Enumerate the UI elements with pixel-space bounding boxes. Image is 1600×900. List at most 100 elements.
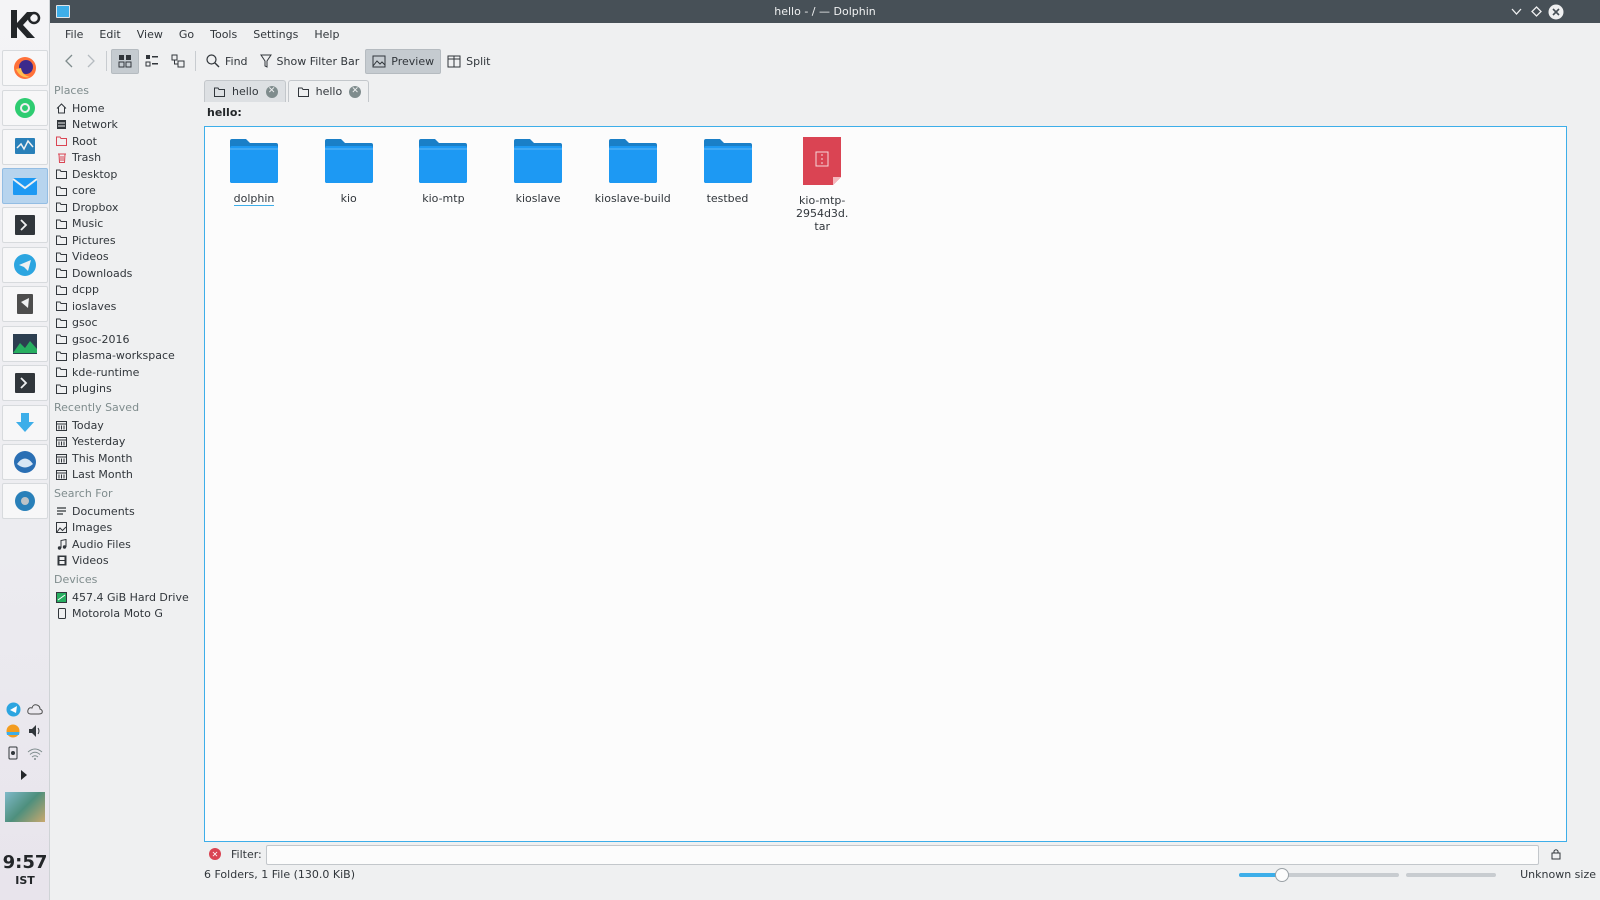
folder-item[interactable]: kio-mtp: [396, 137, 490, 205]
night-color-icon[interactable]: [4, 722, 22, 740]
terminal-icon[interactable]: [2, 207, 48, 243]
system-monitor-icon[interactable]: [2, 129, 48, 165]
icons-view-button[interactable]: [111, 48, 139, 74]
recent-today[interactable]: Today: [50, 417, 204, 434]
image-icon: [56, 522, 67, 534]
place-desktop[interactable]: Desktop: [50, 166, 204, 183]
recent-this-month[interactable]: This Month: [50, 450, 204, 467]
clock-time[interactable]: 9:57: [0, 852, 50, 873]
tab-hello-1[interactable]: hello ✕: [204, 80, 286, 102]
place-videos[interactable]: Videos: [50, 249, 204, 266]
download-manager-icon[interactable]: [2, 405, 48, 441]
telegram-tray-icon[interactable]: [4, 700, 22, 718]
place-gsoc-2016[interactable]: gsoc-2016: [50, 331, 204, 348]
preview-button[interactable]: Preview: [365, 48, 442, 74]
forward-button[interactable]: [80, 49, 102, 74]
place-core[interactable]: core: [50, 183, 204, 200]
location-label[interactable]: hello:: [204, 102, 1599, 122]
file-view[interactable]: dolphin kio kio-mtp kioslave kioslave-build t…: [204, 126, 1567, 842]
search-documents[interactable]: Documents: [50, 503, 204, 520]
device-motorola-moto-g[interactable]: Motorola Moto G: [50, 606, 204, 623]
title-bar[interactable]: hello - / — Dolphin: [50, 0, 1600, 23]
place-plugins[interactable]: plugins: [50, 381, 204, 398]
compact-view-button[interactable]: [139, 49, 165, 74]
maximize-icon[interactable]: [1528, 3, 1545, 20]
wifi-icon[interactable]: [26, 744, 44, 762]
menu-go[interactable]: Go: [171, 25, 202, 44]
place-trash[interactable]: Trash: [50, 150, 204, 167]
dolphin-task-icon[interactable]: [2, 168, 48, 204]
firefox-icon[interactable]: [2, 50, 48, 86]
place-label: Pictures: [72, 233, 116, 247]
cloud-sync-icon[interactable]: [26, 700, 44, 718]
menu-edit[interactable]: Edit: [91, 25, 128, 44]
image-viewer-icon[interactable]: [2, 326, 48, 362]
details-view-button[interactable]: [165, 49, 191, 74]
place-music[interactable]: Music: [50, 216, 204, 233]
find-button[interactable]: Find: [200, 49, 254, 74]
menu-file[interactable]: File: [57, 25, 91, 44]
minimize-icon[interactable]: [1508, 3, 1525, 20]
kde-launcher-icon[interactable]: [4, 4, 46, 44]
lock-icon[interactable]: [1551, 848, 1561, 863]
search-images[interactable]: Images: [50, 520, 204, 537]
zoom-slider[interactable]: [1239, 868, 1399, 882]
place-dropbox[interactable]: Dropbox: [50, 199, 204, 216]
folder-item[interactable]: kioslave: [491, 137, 585, 205]
search-videos[interactable]: Videos: [50, 553, 204, 570]
menu-view[interactable]: View: [129, 25, 171, 44]
close-tab-icon[interactable]: ✕: [265, 85, 278, 98]
place-label: gsoc: [72, 316, 98, 330]
desktop-pager-icon[interactable]: [5, 792, 45, 822]
place-plasma-workspace[interactable]: plasma-workspace: [50, 348, 204, 365]
status-bar: 6 Folders, 1 File (130.0 KiB) Unknown si…: [204, 865, 1599, 885]
expand-tray-icon[interactable]: [15, 766, 33, 784]
menu-bar: File Edit View Go Tools Settings Help: [50, 23, 1600, 46]
place-home[interactable]: Home: [50, 100, 204, 117]
find-label: Find: [225, 54, 248, 68]
window-menu-icon[interactable]: [56, 5, 70, 18]
folder-item[interactable]: dolphin: [207, 137, 301, 206]
phone-connect-icon[interactable]: [4, 744, 22, 762]
network-app-icon[interactable]: [2, 90, 48, 126]
place-kde-runtime[interactable]: kde-runtime: [50, 364, 204, 381]
folder-icon: [703, 137, 752, 186]
close-tab-icon[interactable]: ✕: [349, 85, 362, 98]
thunderbird-icon[interactable]: [2, 444, 48, 480]
telegram-icon[interactable]: [2, 247, 48, 283]
split-button[interactable]: Split: [441, 49, 496, 74]
file-item[interactable]: kio-mtp-2954d3d. tar: [775, 137, 869, 233]
search-audio-files[interactable]: Audio Files: [50, 536, 204, 553]
place-label: Dropbox: [72, 200, 119, 214]
volume-icon[interactable]: [26, 722, 44, 740]
place-ioslaves[interactable]: ioslaves: [50, 298, 204, 315]
place-root[interactable]: Root: [50, 133, 204, 150]
tab-hello-2[interactable]: hello ✕: [287, 80, 370, 102]
device-457-4-gib-hard-drive[interactable]: 457.4 GiB Hard Drive: [50, 589, 204, 606]
recent-yesterday[interactable]: Yesterday: [50, 434, 204, 451]
network-icon: [56, 119, 67, 130]
place-gsoc[interactable]: gsoc: [50, 315, 204, 332]
show-filter-bar-button[interactable]: Show Filter Bar: [254, 49, 366, 74]
place-pictures[interactable]: Pictures: [50, 232, 204, 249]
close-filter-icon[interactable]: ✕: [209, 848, 221, 860]
notes-icon[interactable]: [2, 286, 48, 322]
close-window-icon[interactable]: [1547, 3, 1564, 20]
settings-globe-icon[interactable]: [2, 483, 48, 519]
place-dcpp[interactable]: dcpp: [50, 282, 204, 299]
place-label: kde-runtime: [72, 365, 140, 379]
menu-help[interactable]: Help: [306, 25, 347, 44]
place-downloads[interactable]: Downloads: [50, 265, 204, 282]
terminal-2-icon[interactable]: [2, 365, 48, 401]
folder-item[interactable]: kioslave-build: [586, 137, 680, 205]
filter-input[interactable]: [266, 845, 1539, 865]
calendar-icon: [56, 469, 67, 481]
place-network[interactable]: Network: [50, 117, 204, 134]
menu-tools[interactable]: Tools: [202, 25, 245, 44]
folder-item[interactable]: testbed: [681, 137, 775, 205]
recent-last-month[interactable]: Last Month: [50, 467, 204, 484]
zoom-slider-handle[interactable]: [1275, 868, 1290, 882]
folder-item[interactable]: kio: [302, 137, 396, 205]
menu-settings[interactable]: Settings: [245, 25, 306, 44]
back-button[interactable]: [58, 49, 80, 74]
